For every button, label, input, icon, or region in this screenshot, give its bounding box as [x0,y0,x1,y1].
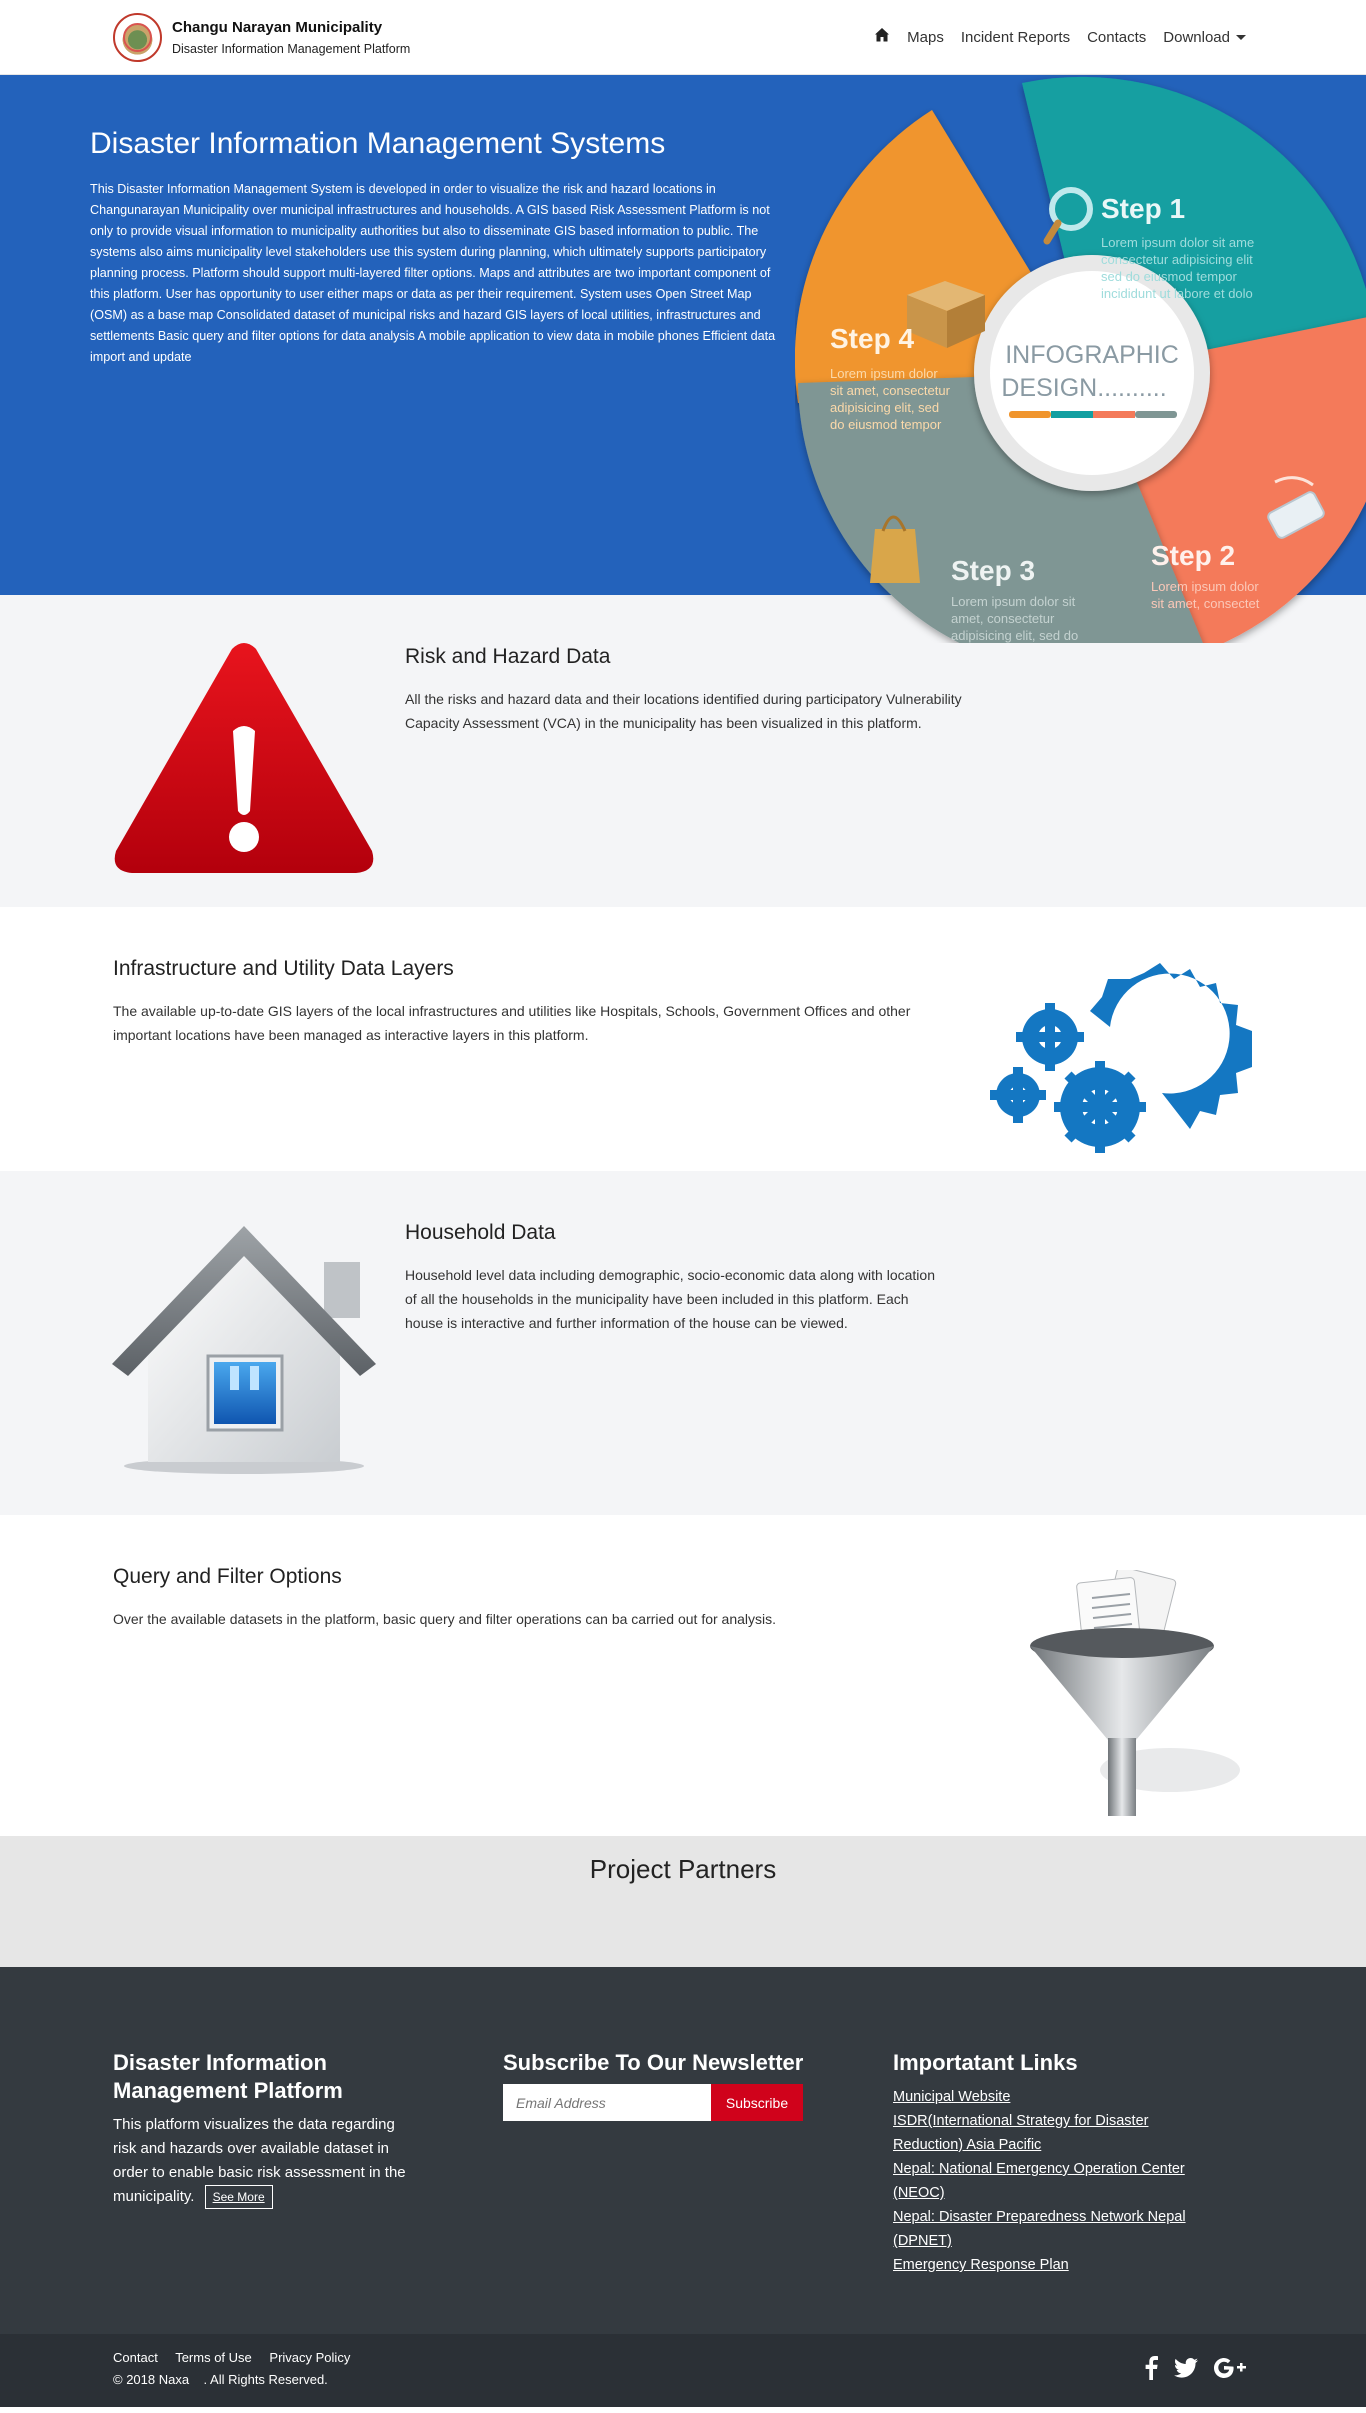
bottom-bar: Contact Terms of Use Privacy Policy © 20… [0,2334,1366,2407]
privacy-link[interactable]: Privacy Policy [269,2350,350,2365]
brand-subtitle: Disaster Information Management Platform [172,42,411,56]
risk-title: Risk and Hazard Data [405,645,611,668]
nav-links: Maps Incident Reports Contacts Download [857,27,1246,47]
footer: Disaster Information Management Platform… [0,1967,1366,2334]
nav-download-label: Download [1163,28,1230,46]
step2-text-line: sit amet, consectet [1151,596,1260,611]
list-item: ISDR(International Strategy for Disaster… [893,2109,1203,2157]
twitter-icon[interactable] [1174,2358,1198,2383]
household-description: Household level data including demograph… [405,1267,935,1331]
list-item: Municipal Website [893,2085,1203,2109]
link-isdr[interactable]: ISDR(International Strategy for Disaster… [893,2113,1148,2153]
infographic-center-line2: DESIGN.......... [1001,374,1166,402]
see-more-button[interactable]: See More [204,2185,273,2209]
infrastructure-title: Infrastructure and Utility Data Layers [113,957,454,980]
warning-icon [114,643,374,873]
step4-text-line: sit amet, consectetur [830,383,951,398]
step3-title: Step 3 [951,555,1035,586]
step3-text-line: Lorem ipsum dolor sit [951,594,1076,609]
nav-contacts[interactable]: Contacts [1087,29,1146,46]
chevron-down-icon [1236,35,1246,41]
nav-incident-reports[interactable]: Incident Reports [961,29,1070,46]
google-plus-icon[interactable] [1214,2357,1246,2384]
link-neoc[interactable]: Nepal: National Emergency Operation Cent… [893,2161,1185,2201]
link-municipal-website[interactable]: Municipal Website [893,2089,1010,2105]
social-links [1128,2356,1246,2385]
list-item: Emergency Response Plan [893,2253,1203,2277]
step4-text-line: do eiusmod tempor [830,417,942,432]
house-icon [112,1226,376,1474]
contact-link[interactable]: Contact [113,2350,158,2365]
newsletter-title: Subscribe To Our Newsletter [503,2050,804,2075]
brand[interactable]: Changu Narayan Municipality Disaster Inf… [113,13,410,62]
facebook-icon[interactable] [1144,2356,1158,2385]
nav-maps[interactable]: Maps [907,29,944,46]
query-section: Query and Filter Options Over the availa… [0,1515,1366,1836]
footer-about: This platform visualizes the data regard… [113,2113,413,2209]
partners-section: Project Partners [0,1836,1366,1967]
step1-text-line: incididunt ut labore et dolo [1101,286,1253,301]
step2-title: Step 2 [1151,540,1235,571]
step2-text-line: Lorem ipsum dolor [1151,579,1259,594]
municipality-logo [113,13,162,62]
query-title: Query and Filter Options [113,1565,342,1588]
subscribe-button[interactable]: Subscribe [711,2084,803,2121]
step1-text-line: sed do eiusmod tempor [1101,269,1238,284]
link-emergency-response-plan[interactable]: Emergency Response Plan [893,2257,1069,2273]
brand-title: Changu Narayan Municipality [172,19,383,36]
gears-icon [990,963,1252,1153]
risk-description: All the risks and hazard data and their … [405,691,962,731]
step1-text-line: Lorem ipsum dolor sit ame [1101,235,1254,250]
household-title: Household Data [405,1221,556,1244]
list-item: Nepal: Disaster Preparedness Network Nep… [893,2205,1203,2253]
bottom-links: Contact Terms of Use Privacy Policy [113,2350,364,2365]
step4-title: Step 4 [830,323,914,354]
hero-title: Disaster Information Management Systems [90,127,666,160]
hero-description: This Disaster Information Management Sys… [90,182,776,364]
important-links-list: Municipal Website ISDR(International Str… [893,2085,1203,2277]
navbar: Changu Narayan Municipality Disaster Inf… [0,0,1366,75]
home-link[interactable] [874,27,890,47]
subscribe-form: Subscribe [503,2084,803,2121]
funnel-icon [1030,1570,1240,1816]
home-icon [875,28,890,42]
infographic-center-line1: INFOGRAPHIC [1005,341,1179,369]
terms-link[interactable]: Terms of Use [175,2350,252,2365]
footer-about-title: Disaster Information Management Platform [113,2050,343,2103]
infrastructure-description: The available up-to-date GIS layers of t… [113,1003,911,1043]
link-dpnet[interactable]: Nepal: Disaster Preparedness Network Nep… [893,2209,1186,2249]
nav-download[interactable]: Download [1163,29,1246,46]
important-links-title: Importatant Links [893,2050,1078,2075]
step3-text-line: adipisicing elit, sed do [951,628,1078,643]
step1-title: Step 1 [1101,193,1185,224]
step4-text-line: adipisicing elit, sed [830,400,939,415]
infrastructure-section: Infrastructure and Utility Data Layers T… [0,907,1366,1171]
step4-text-line: Lorem ipsum dolor [830,366,938,381]
step3-text-line: amet, consectetur [951,611,1055,626]
household-section: Household Data Household level data incl… [0,1171,1366,1515]
infographic-wheel: INFOGRAPHIC DESIGN.......... Step 1 Lore… [795,76,1366,643]
email-input[interactable] [503,2084,711,2121]
partners-title: Project Partners [589,1854,777,1884]
step1-text-line: consectetur adipisicing elit [1101,252,1253,267]
query-description: Over the available datasets in the platf… [113,1611,777,1627]
list-item: Nepal: National Emergency Operation Cent… [893,2157,1203,2205]
hero-section: Disaster Information Management Systems … [0,75,1366,643]
copyright: © 2018 Naxa . All Rights Reserved. [113,2372,328,2387]
